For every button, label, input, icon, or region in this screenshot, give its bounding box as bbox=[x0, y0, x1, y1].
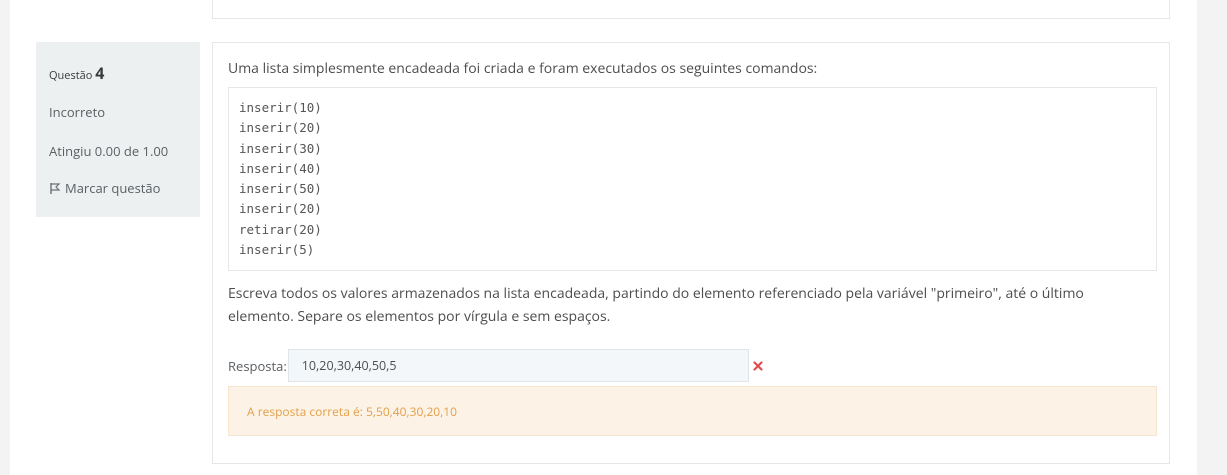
code-line: retirar(20) bbox=[239, 221, 322, 237]
question-instructions: Escreva todos os valores armazenados na … bbox=[228, 284, 1084, 326]
flag-question-link[interactable]: Marcar questão bbox=[49, 179, 187, 197]
question-state: Incorreto bbox=[49, 103, 106, 121]
flag-icon bbox=[49, 181, 61, 195]
code-line: inserir(10) bbox=[239, 100, 322, 115]
code-line: inserir(30) bbox=[239, 140, 322, 156]
correct-answer-feedback: A resposta correta é: 5,50,40,30,20,10 bbox=[228, 386, 1157, 436]
code-block: inserir(10) inserir(20) inserir(30) inse… bbox=[228, 87, 1157, 271]
question-grade: Atingiu 0.00 de 1.00 bbox=[49, 142, 169, 160]
code-line: inserir(40) bbox=[239, 160, 322, 176]
question-content: Uma lista simplesmente encadeada foi cri… bbox=[212, 42, 1170, 464]
question-number: Questão 4 bbox=[49, 62, 187, 84]
question-number-value: 4 bbox=[95, 62, 105, 84]
page-main: Questão 4 Incorreto Atingiu 0.00 de 1.00… bbox=[10, 0, 1197, 475]
incorrect-icon bbox=[752, 360, 764, 372]
feedback-text: A resposta correta é: 5,50,40,30,20,10 bbox=[247, 402, 457, 420]
code-line: inserir(50) bbox=[239, 181, 322, 197]
flag-question-label: Marcar questão bbox=[65, 179, 161, 197]
answer-row: Resposta: 10,20,30,40,50,5 bbox=[228, 349, 764, 382]
code-line: inserir(20) bbox=[239, 201, 322, 217]
answer-input[interactable]: 10,20,30,40,50,5 bbox=[287, 349, 749, 382]
code-line: inserir(20) bbox=[239, 120, 322, 136]
code-line: inserir(5) bbox=[239, 242, 315, 258]
question-info: Questão 4 Incorreto Atingiu 0.00 de 1.00… bbox=[36, 42, 200, 217]
answer-label: Resposta: bbox=[228, 356, 287, 375]
previous-question-content bbox=[212, 0, 1170, 19]
answer-value: 10,20,30,40,50,5 bbox=[301, 357, 397, 374]
question-text: Uma lista simplesmente encadeada foi cri… bbox=[228, 59, 818, 78]
question-label: Questão bbox=[49, 68, 93, 83]
